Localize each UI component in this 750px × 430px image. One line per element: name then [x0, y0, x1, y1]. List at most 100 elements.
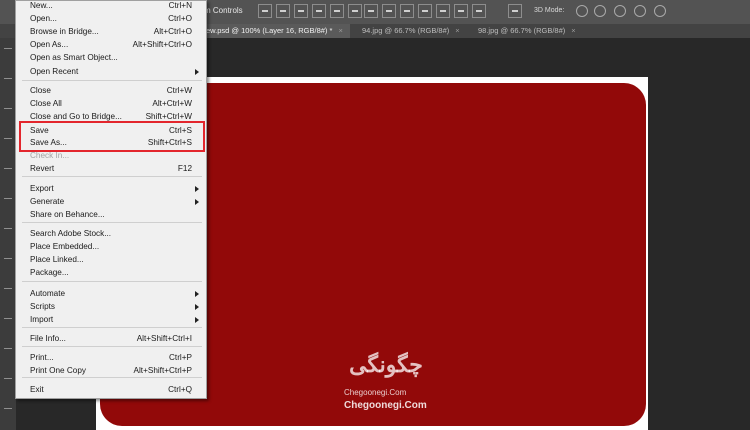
- tool-icon[interactable]: [4, 78, 12, 79]
- menu-item-search-adobe-stock[interactable]: Search Adobe Stock...: [16, 227, 206, 240]
- distribute-left-icon[interactable]: [418, 4, 432, 18]
- menu-item-open-as-smart-object[interactable]: Open as Smart Object...: [16, 51, 206, 64]
- menu-item-label: Open as Smart Object...: [30, 53, 118, 62]
- menu-item-shortcut: Ctrl+Q: [168, 385, 192, 394]
- save-items-highlight: [19, 121, 205, 152]
- menu-item-label: Share on Behance...: [30, 210, 105, 219]
- distribute-buttons-group: [364, 4, 486, 20]
- menu-item-open-as[interactable]: Open As... Alt+Shift+Ctrl+O: [16, 38, 206, 51]
- close-icon[interactable]: ×: [455, 26, 459, 35]
- menu-item-print-one-copy[interactable]: Print One Copy Alt+Shift+Ctrl+P: [16, 364, 206, 377]
- menu-item-label: Place Embedded...: [30, 242, 100, 251]
- menu-item-place-embedded[interactable]: Place Embedded...: [16, 240, 206, 253]
- menu-item-shortcut: Ctrl+N: [168, 1, 192, 10]
- 3d-roll-icon[interactable]: [594, 5, 606, 17]
- menu-item-file-info[interactable]: File Info... Alt+Shift+Ctrl+I: [16, 332, 206, 345]
- menu-item-shortcut: F12: [177, 164, 192, 173]
- distribute-right-icon[interactable]: [454, 4, 468, 18]
- distribute-vertical-icon[interactable]: [382, 4, 396, 18]
- menu-separator: [22, 176, 202, 177]
- distribute-top-icon[interactable]: [364, 4, 378, 18]
- tool-icon[interactable]: [4, 378, 12, 379]
- menu-item-label: Scripts: [30, 302, 56, 311]
- tab-document-1[interactable]: ew.psd @ 100% (Layer 16, RGB/8#) * ×: [200, 24, 350, 38]
- submenu-arrow-icon: [195, 199, 199, 205]
- menu-separator: [22, 222, 202, 223]
- menu-item-generate[interactable]: Generate: [16, 195, 206, 208]
- menu-item-exit[interactable]: Exit Ctrl+Q: [16, 383, 206, 396]
- menu-item-automate[interactable]: Automate: [16, 287, 206, 300]
- 3d-orbit-icon[interactable]: [576, 5, 588, 17]
- align-left-edges-icon[interactable]: [312, 4, 326, 18]
- tool-icon[interactable]: [4, 258, 12, 259]
- align-vertical-centers-icon[interactable]: [276, 4, 290, 18]
- menu-item-print[interactable]: Print... Ctrl+P: [16, 351, 206, 364]
- tool-icon[interactable]: [4, 408, 12, 409]
- menu-item-label: Open...: [30, 14, 57, 23]
- align-top-edges-icon[interactable]: [258, 4, 272, 18]
- tool-icon[interactable]: [4, 108, 12, 109]
- auto-align-layers-icon[interactable]: [472, 4, 486, 18]
- align-right-edges-icon[interactable]: [348, 4, 362, 18]
- tool-icon[interactable]: [4, 348, 12, 349]
- menu-item-shortcut: Ctrl+P: [169, 353, 192, 362]
- menu-item-new[interactable]: New... Ctrl+N: [16, 0, 206, 12]
- menu-separator: [22, 281, 202, 282]
- tool-icon[interactable]: [4, 288, 12, 289]
- 3d-mode-label: 3D Mode:: [534, 7, 565, 14]
- align-bottom-edges-icon[interactable]: [294, 4, 308, 18]
- watermark-logo-text: چگونگی: [349, 352, 423, 377]
- submenu-arrow-icon: [195, 186, 199, 192]
- close-icon[interactable]: ×: [338, 26, 342, 35]
- tool-icon[interactable]: [4, 138, 12, 139]
- menu-item-revert[interactable]: Revert F12: [16, 162, 206, 175]
- close-icon[interactable]: ×: [571, 26, 575, 35]
- menu-item-label: Place Linked...: [30, 255, 84, 264]
- menu-item-browse-in-bridge[interactable]: Browse in Bridge... Alt+Ctrl+O: [16, 25, 206, 38]
- tab-document-3[interactable]: 98.jpg @ 66.7% (RGB/8#) ×: [472, 24, 584, 38]
- menu-item-package[interactable]: Package...: [16, 266, 206, 279]
- distribute-bottom-icon[interactable]: [400, 4, 414, 18]
- tool-icon[interactable]: [4, 318, 12, 319]
- 3d-scale-icon[interactable]: [654, 5, 666, 17]
- menu-item-label: Open As...: [30, 40, 69, 49]
- menu-item-label: Import: [30, 315, 54, 324]
- tool-icon[interactable]: [4, 168, 12, 169]
- arrange-icon[interactable]: [508, 4, 522, 18]
- menu-item-place-linked[interactable]: Place Linked...: [16, 253, 206, 266]
- transform-controls-label[interactable]: m Controls: [204, 6, 243, 15]
- menu-item-share-on-behance[interactable]: Share on Behance...: [16, 208, 206, 221]
- tool-icon[interactable]: [4, 198, 12, 199]
- menu-item-open-recent[interactable]: Open Recent: [16, 65, 206, 78]
- menu-item-shortcut: Ctrl+O: [168, 14, 192, 23]
- align-horizontal-centers-icon[interactable]: [330, 4, 344, 18]
- menu-item-export[interactable]: Export: [16, 182, 206, 195]
- tab-document-2[interactable]: 94.jpg @ 66.7% (RGB/8#) ×: [356, 24, 468, 38]
- tools-panel: [0, 38, 16, 430]
- menu-item-close-all[interactable]: Close All Alt+Ctrl+W: [16, 97, 206, 110]
- menu-item-import[interactable]: Import: [16, 313, 206, 326]
- menu-item-shortcut: Alt+Shift+Ctrl+I: [136, 334, 192, 343]
- tool-icon[interactable]: [4, 48, 12, 49]
- menu-item-shortcut: Ctrl+W: [166, 86, 192, 95]
- menu-item-label: Exit: [30, 385, 44, 394]
- menu-item-close[interactable]: Close Ctrl+W: [16, 84, 206, 97]
- menu-item-label: Print One Copy: [30, 366, 86, 375]
- submenu-arrow-icon: [195, 304, 199, 310]
- menu-item-open[interactable]: Open... Ctrl+O: [16, 12, 206, 25]
- tool-icon[interactable]: [4, 228, 12, 229]
- menu-item-scripts[interactable]: Scripts: [16, 300, 206, 313]
- menu-item-shortcut: Alt+Ctrl+O: [153, 27, 192, 36]
- menu-separator: [22, 327, 202, 328]
- 3d-pan-icon[interactable]: [614, 5, 626, 17]
- menu-item-label: Close: [30, 86, 51, 95]
- distribute-horizontal-icon[interactable]: [436, 4, 450, 18]
- menu-item-label: Automate: [30, 289, 66, 298]
- menu-item-label: Open Recent: [30, 67, 79, 76]
- 3d-slide-icon[interactable]: [634, 5, 646, 17]
- submenu-arrow-icon: [195, 317, 199, 323]
- menu-separator: [22, 80, 202, 81]
- file-menu: New... Ctrl+N Open... Ctrl+O Browse in Bridg…: [15, 0, 207, 399]
- tab-label: 94.jpg @ 66.7% (RGB/8#): [362, 26, 450, 35]
- tab-label: 98.jpg @ 66.7% (RGB/8#): [478, 26, 566, 35]
